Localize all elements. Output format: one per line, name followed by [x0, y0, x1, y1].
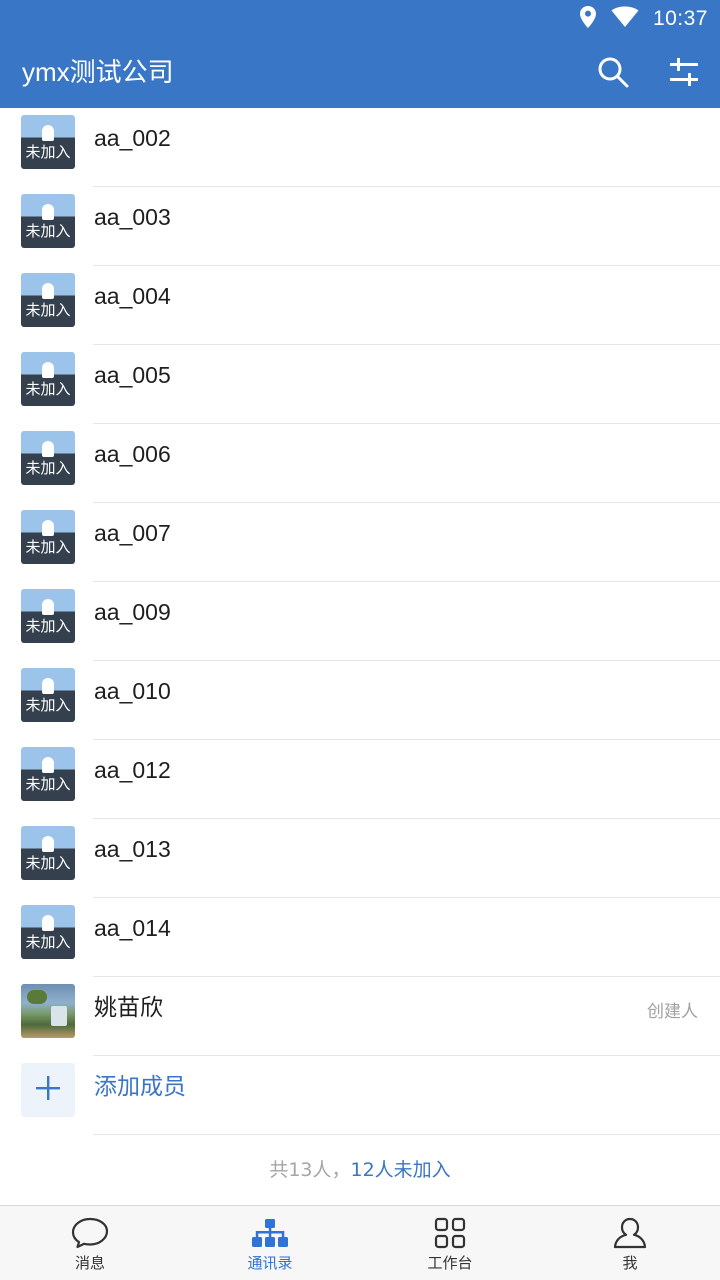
avatar: 未加入	[21, 431, 75, 485]
tab-label: 通讯录	[247, 1254, 293, 1272]
avatar: 未加入	[21, 194, 75, 248]
search-button[interactable]	[591, 52, 635, 96]
member-row[interactable]: 未加入 aa_004	[0, 266, 720, 345]
avatar: 未加入	[21, 273, 75, 327]
app-bar: 10:37 ymx测试公司	[0, 0, 720, 108]
member-row[interactable]: 未加入 aa_003	[0, 187, 720, 266]
member-name: aa_005	[94, 362, 171, 388]
plus-icon	[35, 1075, 61, 1105]
member-name: aa_012	[94, 757, 171, 783]
not-joined-badge: 未加入	[25, 775, 71, 793]
member-row[interactable]: 未加入 aa_010	[0, 661, 720, 740]
chat-icon	[70, 1216, 110, 1250]
page-title: ymx测试公司	[22, 57, 174, 87]
user-icon	[610, 1216, 650, 1250]
member-name: aa_009	[94, 599, 171, 625]
creator-badge: 创建人	[647, 1002, 698, 1022]
member-name: aa_006	[94, 441, 171, 467]
status-time: 10:37	[652, 7, 708, 30]
not-joined-badge: 未加入	[25, 380, 71, 398]
avatar: 未加入	[21, 905, 75, 959]
avatar: 未加入	[21, 747, 75, 801]
filter-icon	[668, 58, 700, 90]
not-joined-badge: 未加入	[25, 301, 71, 319]
not-joined-badge: 未加入	[25, 854, 71, 872]
not-joined-badge: 未加入	[25, 459, 71, 477]
member-row[interactable]: 未加入 aa_014	[0, 898, 720, 977]
filter-button[interactable]	[662, 52, 706, 96]
avatar-photo	[21, 984, 75, 1038]
creator-row[interactable]: 姚苗欣 创建人	[0, 977, 720, 1056]
not-joined-badge: 未加入	[25, 617, 71, 635]
avatar: 未加入	[21, 826, 75, 880]
member-name: aa_010	[94, 678, 171, 704]
avatar: 未加入	[21, 352, 75, 406]
summary-pending-link[interactable]: 12人未加入	[351, 1159, 451, 1181]
not-joined-badge: 未加入	[25, 222, 71, 240]
member-row[interactable]: 未加入 aa_009	[0, 582, 720, 661]
member-row[interactable]: 未加入 aa_007	[0, 503, 720, 582]
member-name: aa_007	[94, 520, 171, 546]
tab-label: 工作台	[427, 1254, 473, 1272]
bottom-tab-bar: 消息 通讯录 工作台 我	[0, 1205, 720, 1280]
not-joined-badge: 未加入	[25, 538, 71, 556]
avatar: 未加入	[21, 115, 75, 169]
member-summary: 共13人，12人未加入	[0, 1155, 720, 1182]
summary-total: 共13人，	[269, 1159, 351, 1181]
member-name: aa_004	[94, 283, 171, 309]
not-joined-badge: 未加入	[25, 933, 71, 951]
grid-icon	[430, 1216, 470, 1250]
tab-messages[interactable]: 消息	[0, 1206, 180, 1280]
search-icon	[597, 56, 629, 92]
wifi-icon	[611, 6, 639, 32]
avatar: 未加入	[21, 589, 75, 643]
avatar: 未加入	[21, 668, 75, 722]
not-joined-badge: 未加入	[25, 143, 71, 161]
member-row[interactable]: 未加入 aa_002	[0, 108, 720, 187]
location-icon	[579, 5, 597, 33]
member-row[interactable]: 未加入 aa_006	[0, 424, 720, 503]
avatar: 未加入	[21, 510, 75, 564]
member-list: 未加入 aa_002 未加入 aa_003 未加入 aa_004 未加入 aa_…	[0, 108, 720, 1135]
not-joined-badge: 未加入	[25, 696, 71, 714]
add-member-avatar	[21, 1063, 75, 1117]
status-bar: 10:37	[0, 0, 720, 36]
org-chart-icon	[250, 1216, 290, 1250]
tab-contacts[interactable]: 通讯录	[180, 1206, 360, 1280]
add-member-button[interactable]: 添加成员	[0, 1056, 720, 1135]
tab-label: 消息	[74, 1254, 105, 1272]
member-row[interactable]: 未加入 aa_012	[0, 740, 720, 819]
member-name: aa_003	[94, 204, 171, 230]
member-name: aa_014	[94, 915, 171, 941]
member-row[interactable]: 未加入 aa_005	[0, 345, 720, 424]
tab-me[interactable]: 我	[540, 1206, 720, 1280]
member-row[interactable]: 未加入 aa_013	[0, 819, 720, 898]
member-name: aa_002	[94, 125, 171, 151]
tab-label: 我	[622, 1254, 638, 1272]
tab-workbench[interactable]: 工作台	[360, 1206, 540, 1280]
member-name: aa_013	[94, 836, 171, 862]
add-member-label: 添加成员	[94, 1073, 186, 1099]
member-name: 姚苗欣	[94, 994, 163, 1020]
